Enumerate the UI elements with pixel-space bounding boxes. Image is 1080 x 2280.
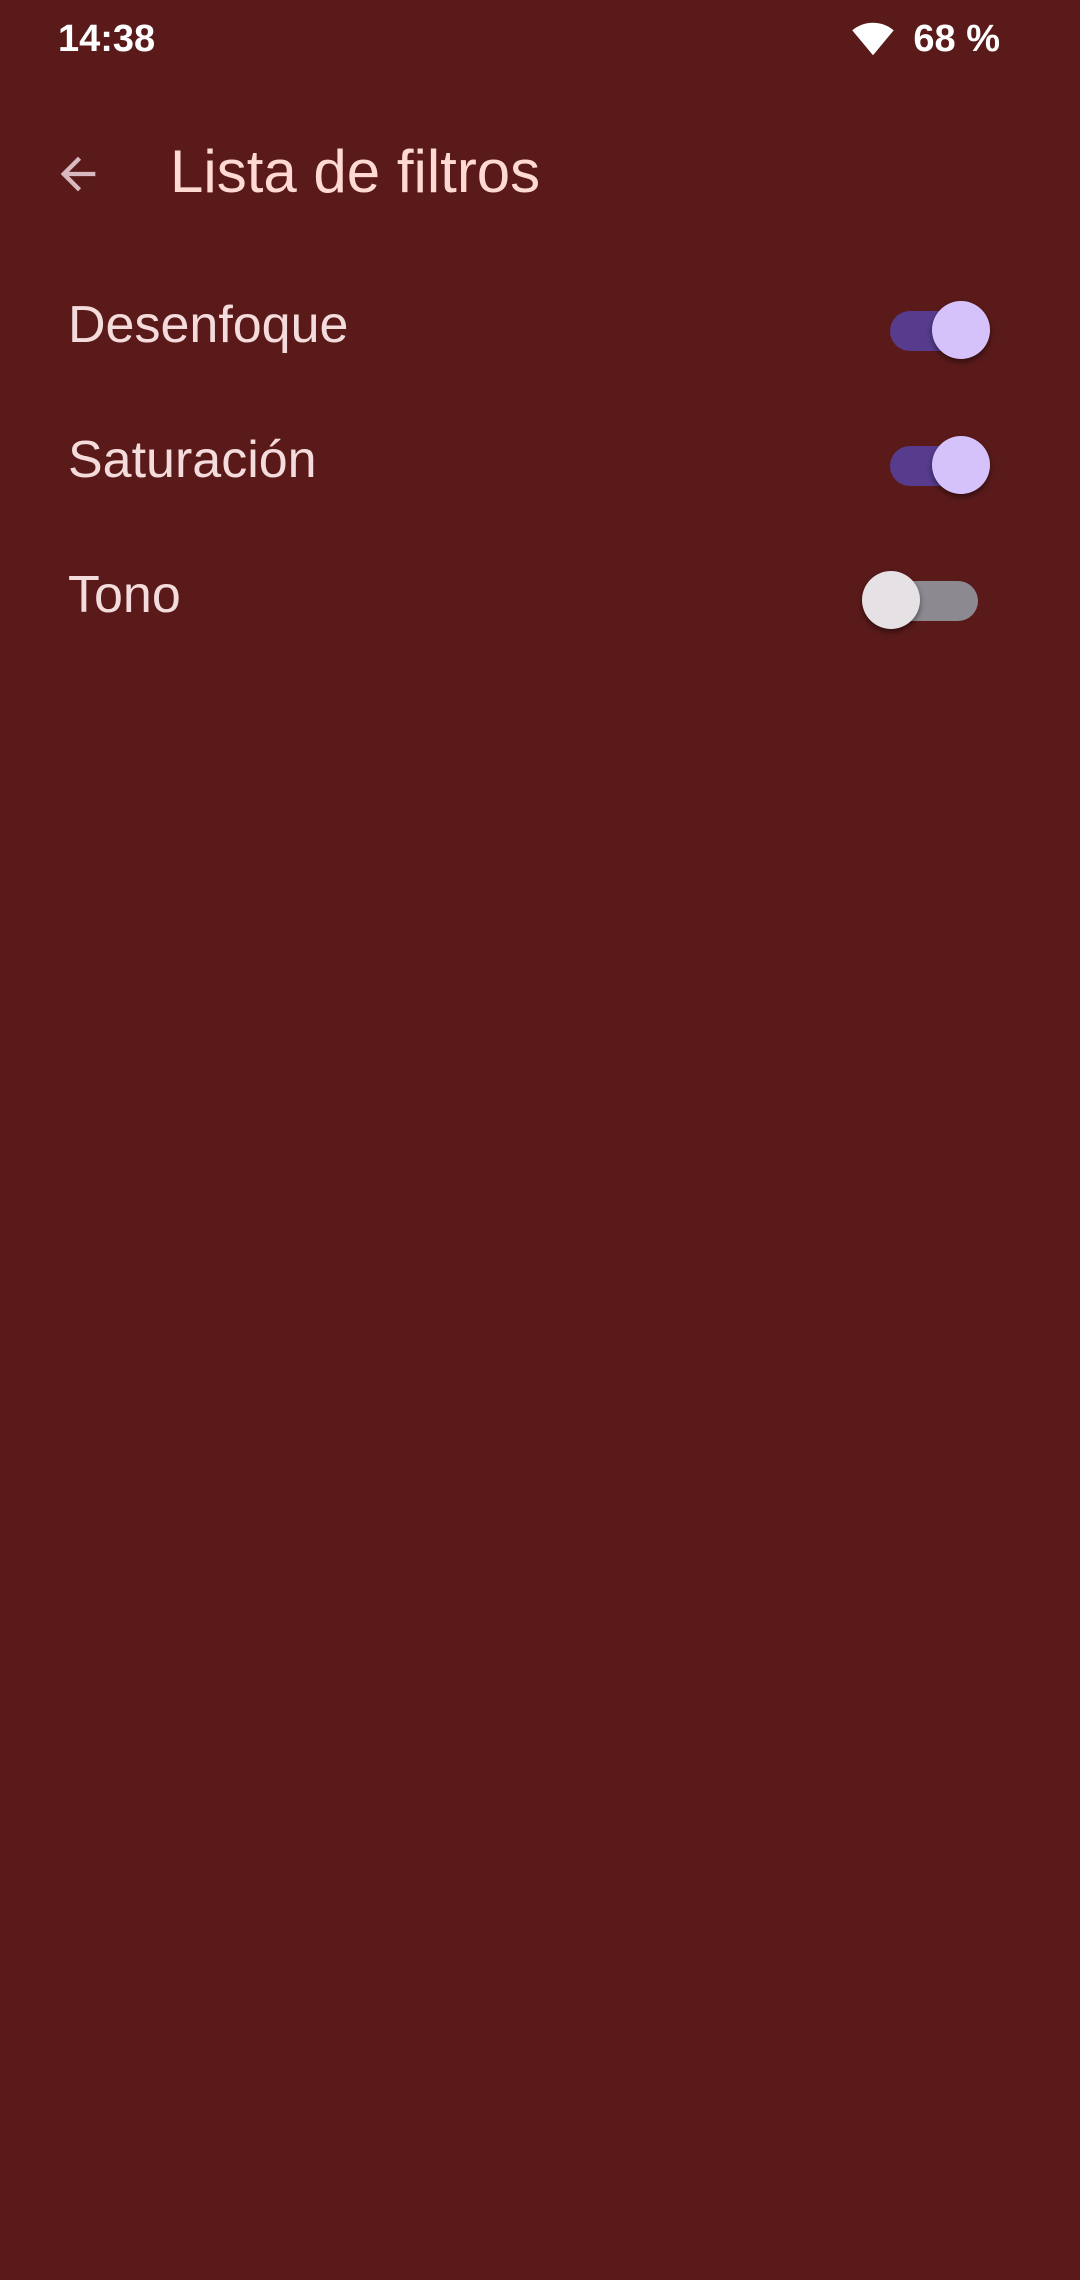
switch-thumb — [932, 301, 990, 359]
back-button[interactable] — [34, 130, 122, 218]
filter-row-tono[interactable]: Tono — [0, 528, 1080, 663]
desenfoque-switch[interactable] — [880, 292, 1000, 359]
status-icons: 68 % — [851, 16, 1000, 62]
saturacion-switch[interactable] — [880, 427, 1000, 494]
page-title: Lista de filtros — [170, 138, 541, 205]
top-app-bar: Lista de filtros — [0, 110, 1080, 230]
screen: 14:38 68 % Lista de filtros Desenfoque S… — [0, 0, 1080, 2280]
status-bar: 14:38 68 % — [0, 0, 1080, 80]
filter-label: Tono — [68, 566, 181, 624]
arrow-back-icon — [52, 148, 104, 200]
switch-thumb — [862, 571, 920, 629]
status-time: 14:38 — [58, 18, 156, 60]
switch-thumb — [932, 436, 990, 494]
filter-row-desenfoque[interactable]: Desenfoque — [0, 258, 1080, 393]
filter-row-saturacion[interactable]: Saturación — [0, 393, 1080, 528]
filter-label: Saturación — [68, 431, 317, 489]
wifi-icon — [851, 21, 895, 57]
filter-label: Desenfoque — [68, 296, 349, 354]
filter-list: Desenfoque Saturación Tono — [0, 258, 1080, 663]
tono-switch[interactable] — [862, 562, 1000, 629]
battery-percentage: 68 % — [913, 18, 1000, 60]
